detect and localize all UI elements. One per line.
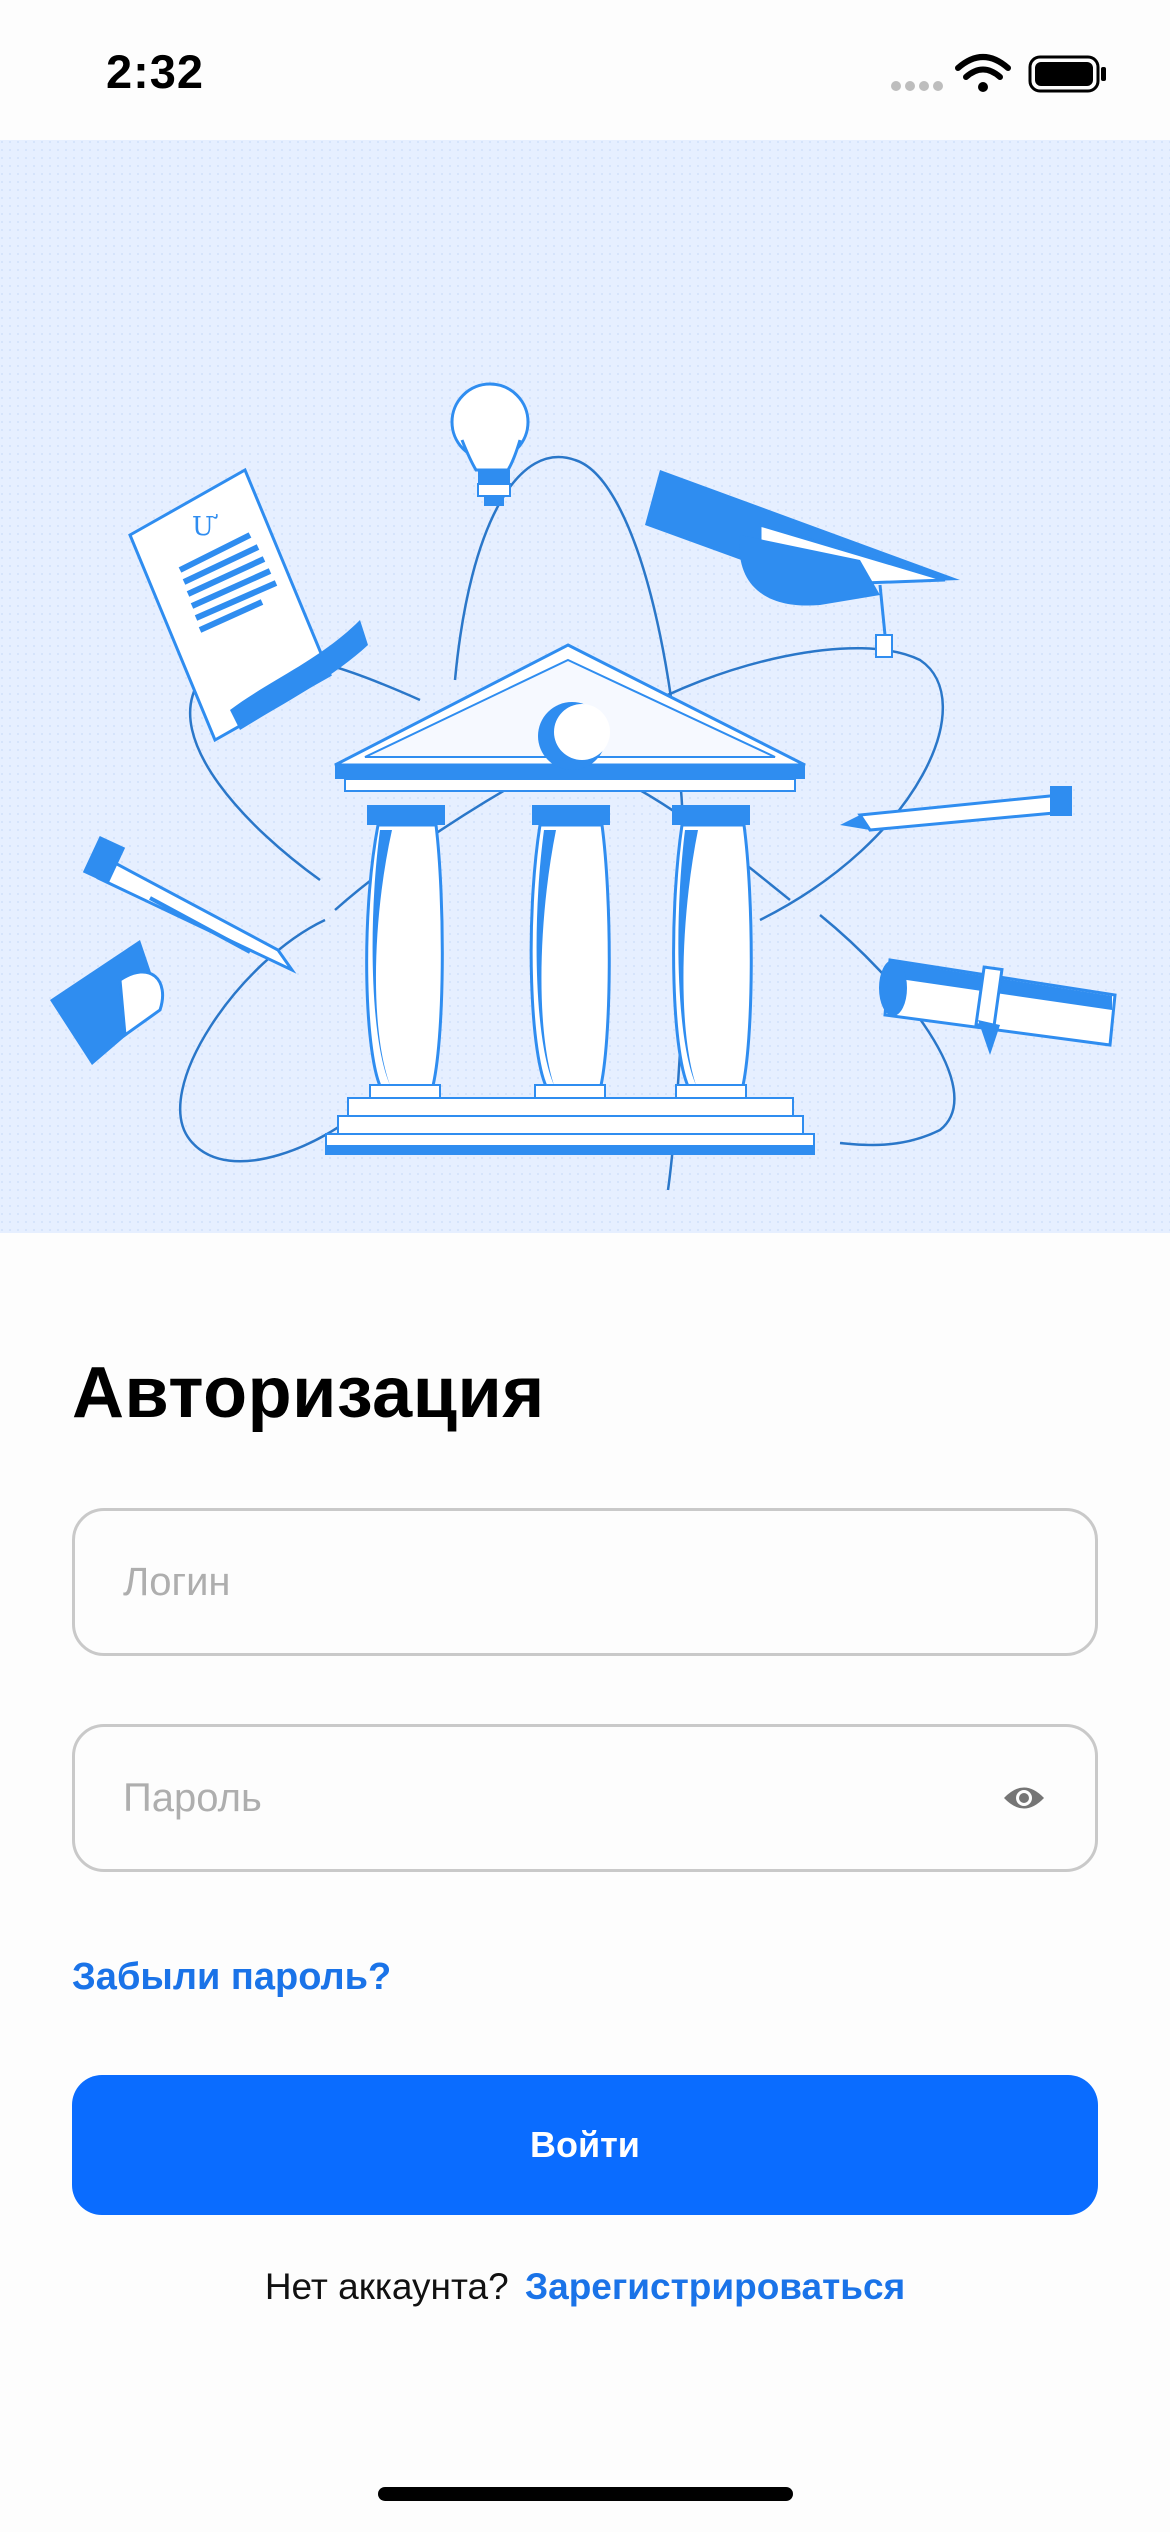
status-bar: 2:32 (0, 0, 1170, 140)
no-account-text: Нет аккаунта? (264, 2266, 509, 2307)
register-row: Нет аккаунта? Зарегистрироваться (0, 2266, 1170, 2308)
register-link[interactable]: Зарегистрироваться (525, 2266, 905, 2307)
home-indicator[interactable] (378, 2487, 793, 2501)
status-time: 2:32 (106, 45, 205, 98)
hero-illustration: Ư (0, 140, 1170, 1233)
wifi-icon (955, 54, 1011, 92)
battery-icon (1028, 55, 1106, 93)
page-title: Авторизация (72, 1353, 545, 1433)
password-input[interactable] (123, 1727, 1003, 1869)
signal-dots-icon (891, 81, 943, 91)
login-input[interactable] (123, 1511, 1003, 1653)
login-field[interactable] (72, 1508, 1098, 1656)
eye-icon[interactable] (1001, 1775, 1047, 1821)
login-button[interactable]: Войти (72, 2075, 1098, 2215)
status-icons (891, 54, 1106, 93)
university-illustration: Ư (0, 140, 1170, 1233)
login-screen: 2:32 Ư Авторизация Логин Забыли пароль? … (0, 0, 1170, 2532)
forgot-password-link[interactable]: Забыли пароль? (72, 1956, 391, 1999)
password-field[interactable] (72, 1724, 1098, 1872)
